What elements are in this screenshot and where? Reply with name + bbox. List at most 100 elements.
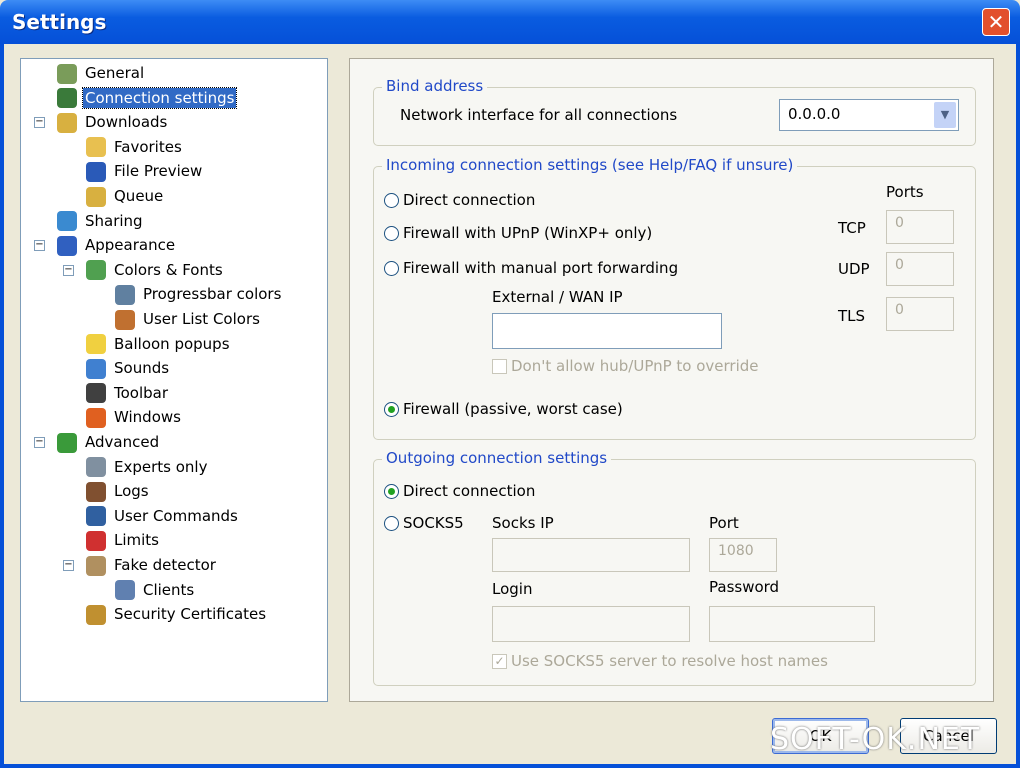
tree-item-icon <box>57 112 77 133</box>
radio-label: Direct connection <box>403 191 536 209</box>
tree-item-label: Queue <box>114 187 164 205</box>
collapse-icon[interactable]: − <box>34 240 45 252</box>
port-label: Port <box>709 514 739 532</box>
tree-item-icon <box>86 260 106 281</box>
tree-item[interactable]: File Preview <box>86 160 204 182</box>
socks-ip-label: Socks IP <box>492 514 554 532</box>
tree-item[interactable]: Progressbar colors <box>115 283 283 305</box>
tree-item[interactable]: Limits <box>86 529 161 551</box>
outgoing-legend: Outgoing connection settings <box>382 449 612 467</box>
tree-item-icon <box>86 506 106 527</box>
tcp-label: TCP <box>838 219 866 237</box>
tree-item[interactable]: Advanced <box>57 431 161 453</box>
udp-label: UDP <box>838 260 870 278</box>
tree-item-label: Advanced <box>85 433 160 451</box>
tree-item-label: User Commands <box>114 506 238 525</box>
radio-socks5[interactable]: SOCKS5 <box>384 514 464 532</box>
chevron-down-icon[interactable]: ▼ <box>934 102 956 128</box>
tree-item-label: Favorites <box>114 137 182 156</box>
tree-item-icon <box>57 63 77 84</box>
tree-item[interactable]: Balloon popups <box>86 333 232 355</box>
tree-item[interactable]: Security Certificates <box>86 603 268 625</box>
tree-item-label: Limits <box>114 531 159 550</box>
tls-label: TLS <box>838 307 866 325</box>
tree-item[interactable]: User List Colors <box>115 308 262 330</box>
override-checkbox[interactable]: Don't allow hub/UPnP to override <box>492 357 759 375</box>
collapse-icon[interactable]: − <box>63 264 74 276</box>
tree-item[interactable]: Colors & Fonts <box>86 259 225 281</box>
tree-item[interactable]: Appearance <box>57 234 177 256</box>
radio-icon <box>384 261 399 276</box>
udp-port-input[interactable]: 0 <box>886 252 954 286</box>
tree-item[interactable]: Experts only <box>86 456 209 478</box>
settings-tree[interactable]: General Connection settings Downloads − Favo… <box>20 58 328 702</box>
incoming-legend: Incoming connection settings (see Help/F… <box>382 156 798 174</box>
network-interface-value: 0.0.0.0 <box>788 105 841 123</box>
tree-item[interactable]: Logs <box>86 480 151 502</box>
bind-address-legend: Bind address <box>382 77 488 95</box>
tree-item[interactable]: Connection settings <box>57 86 238 109</box>
tree-item-icon <box>86 358 106 379</box>
login-label: Login <box>492 580 533 598</box>
tree-item-icon <box>115 284 135 305</box>
checkbox-icon <box>492 359 507 374</box>
tree-item-icon <box>86 186 106 207</box>
tree-item-label: Windows <box>114 408 181 427</box>
radio-label: Direct connection <box>403 482 536 500</box>
socks-ip-input[interactable] <box>492 538 690 572</box>
tree-item-icon <box>86 481 106 502</box>
tls-port-input[interactable]: 0 <box>886 297 954 331</box>
tree-item[interactable]: Sharing <box>57 210 145 232</box>
radio-label: Firewall with UPnP (WinXP+ only) <box>403 224 653 242</box>
window-title: Settings <box>12 10 107 34</box>
tree-item-icon <box>86 161 106 182</box>
tree-item-label: Connection settings <box>81 86 238 109</box>
tree-item-icon <box>86 530 106 551</box>
ports-label: Ports <box>886 183 924 201</box>
password-input[interactable] <box>709 606 875 642</box>
login-input[interactable] <box>492 606 690 642</box>
tree-item-icon <box>86 383 106 404</box>
tree-item-label: Colors & Fonts <box>114 260 223 279</box>
tree-item-label: User List Colors <box>143 310 260 328</box>
radio-direct-connection[interactable]: Direct connection <box>384 191 535 209</box>
radio-firewall-passive[interactable]: Firewall (passive, worst case) <box>384 400 623 418</box>
network-interface-label: Network interface for all connections <box>400 106 678 124</box>
tree-item[interactable]: Sounds <box>86 357 171 379</box>
tree-item-label: Clients <box>143 580 195 599</box>
tree-item[interactable]: User Commands <box>86 505 240 527</box>
radio-outgoing-direct[interactable]: Direct connection <box>384 482 535 500</box>
tree-item[interactable]: Windows <box>86 406 183 428</box>
close-button[interactable]: ✕ <box>982 8 1010 36</box>
network-interface-select[interactable]: 0.0.0.0 ▼ <box>779 99 959 131</box>
tree-item-icon <box>86 457 106 478</box>
tree-item-label: Sounds <box>114 359 170 378</box>
title-bar: Settings ✕ <box>0 0 1020 44</box>
radio-icon <box>384 402 399 417</box>
collapse-icon[interactable]: − <box>63 560 74 571</box>
incoming-group: Incoming connection settings (see Help/F… <box>373 156 976 440</box>
tcp-port-input[interactable]: 0 <box>886 210 954 244</box>
resolve-checkbox[interactable]: ✓ Use SOCKS5 server to resolve host names <box>492 652 828 670</box>
wan-ip-label: External / WAN IP <box>492 288 623 306</box>
tree-item[interactable]: Fake detector <box>86 554 218 576</box>
wan-ip-input[interactable] <box>492 313 722 349</box>
collapse-icon[interactable]: − <box>34 117 45 129</box>
collapse-icon[interactable]: − <box>34 437 45 448</box>
tree-item[interactable]: Toolbar <box>86 382 170 404</box>
radio-firewall-upnp[interactable]: Firewall with UPnP (WinXP+ only) <box>384 224 652 242</box>
tree-item-icon <box>86 604 106 625</box>
tree-item[interactable]: Clients <box>115 579 196 601</box>
radio-icon <box>384 226 399 241</box>
radio-icon <box>384 484 399 499</box>
socks-port-input[interactable]: 1080 <box>709 538 777 572</box>
tree-item[interactable]: Downloads <box>57 111 169 133</box>
radio-icon <box>384 193 399 208</box>
radio-firewall-manual[interactable]: Firewall with manual port forwarding <box>384 259 678 277</box>
tree-item-label: File Preview <box>114 162 203 181</box>
tree-item[interactable]: Queue <box>86 185 165 207</box>
tree-item-label: General <box>85 64 145 82</box>
tree-item[interactable]: Favorites <box>86 136 184 158</box>
bind-address-group: Bind address Network interface for all c… <box>373 77 976 146</box>
tree-item[interactable]: General <box>57 62 146 84</box>
